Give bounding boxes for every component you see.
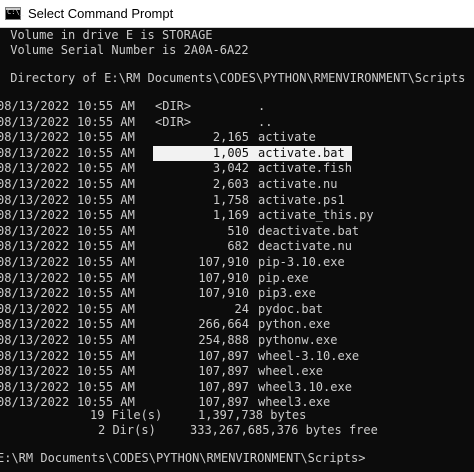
entry-name: python.exe: [258, 317, 331, 332]
entry-size: 2,165: [212, 130, 249, 145]
entry-date: 08/13/2022: [0, 161, 70, 176]
entry-time: 10:55 AM: [77, 114, 135, 129]
entry-name: ..: [258, 114, 273, 129]
files-count: 19 File(s): [90, 408, 163, 422]
entry-name: deactivate.bat: [258, 223, 360, 238]
entry-name: wheel3.10.exe: [258, 379, 352, 394]
dirs-summary-line: 2 Dir(s) 333,267,685,376 bytes free: [0, 423, 378, 438]
entry-name: deactivate.nu: [258, 239, 352, 254]
entry-time: 10:55 AM: [77, 208, 135, 223]
entry-time: 10:55 AM: [77, 255, 135, 269]
volume-label-line: Volume in drive E is STORAGE: [3, 28, 213, 42]
entry-date: 08/13/2022: [0, 286, 70, 301]
entry-time: 10:55 AM: [77, 286, 135, 301]
entry-date: 08/13/2022: [0, 317, 70, 332]
entry-date: 08/13/2022: [0, 114, 70, 129]
entry-name: activate.bat: [258, 145, 345, 160]
entry-time: 10:55 AM: [77, 145, 135, 160]
entry-name: pip-3.10.exe: [258, 255, 345, 269]
entry-dir-marker: <DIR>: [155, 99, 192, 113]
entry-date: 08/13/2022: [0, 239, 70, 254]
entry-time: 10:55 AM: [77, 270, 135, 285]
entry-time: 10:55 AM: [77, 223, 135, 238]
entry-time: 10:55 AM: [77, 239, 135, 254]
entry-name: activate.fish: [258, 161, 352, 176]
cmd-icon-glyph: C:\_: [7, 8, 24, 16]
entry-date: 08/13/2022: [0, 192, 70, 207]
entry-name: pip3.exe: [258, 286, 316, 301]
entry-date: 08/13/2022: [0, 348, 70, 363]
entry-size: 107,910: [198, 255, 249, 269]
files-bytes: 1,397,738 bytes: [198, 408, 307, 422]
entry-size: 107,910: [198, 286, 249, 301]
entry-size: 107,897: [198, 348, 249, 363]
entry-size: 254,888: [198, 333, 249, 347]
entry-time: 10:55 AM: [77, 161, 135, 176]
entry-date: 08/13/2022: [0, 333, 70, 347]
entry-name: pythonw.exe: [258, 333, 338, 347]
entry-time: 10:55 AM: [77, 364, 135, 379]
entry-time: 10:55 AM: [77, 333, 135, 347]
entry-dir-marker: <DIR>: [155, 114, 192, 129]
entry-name: pip.exe: [258, 270, 309, 285]
entry-date: 08/13/2022: [0, 208, 70, 223]
entry-size: 1,169: [212, 208, 249, 223]
entry-size: 107,897: [198, 364, 249, 379]
entry-name: activate_this.py: [258, 208, 374, 223]
entry-size: 1,758: [212, 192, 249, 207]
entry-name: .: [258, 99, 266, 113]
entry-size: 1,005: [153, 145, 249, 161]
entry-time: 10:55 AM: [77, 192, 135, 207]
files-summary-line: 19 File(s) 1,397,738 bytes: [0, 408, 306, 423]
console-output[interactable]: Volume in drive E is STORAGE Volume Seri…: [0, 28, 474, 472]
entry-name: wheel-3.10.exe: [258, 348, 360, 363]
entry-size: 682: [227, 239, 249, 254]
command-prompt-line[interactable]: E:\RM Documents\CODES\PYTHON\RMENVIRONME…: [0, 451, 365, 466]
entry-time: 10:55 AM: [77, 177, 135, 191]
title-bar[interactable]: C:\_ Select Command Prompt: [0, 0, 474, 28]
entry-time: 10:55 AM: [77, 348, 135, 363]
entry-name: activate.ps1: [258, 192, 345, 207]
entry-size: 107,897: [198, 379, 249, 394]
entry-date: 08/13/2022: [0, 99, 70, 113]
entry-date: 08/13/2022: [0, 223, 70, 238]
entry-size: 2,603: [212, 177, 249, 191]
cmd-icon[interactable]: C:\_: [5, 7, 24, 20]
entry-name: wheel.exe: [258, 364, 324, 379]
entry-date: 08/13/2022: [0, 255, 70, 269]
entry-name: activate: [258, 130, 316, 145]
dirs-count: 2 Dir(s): [98, 423, 156, 437]
entry-size: 107,910: [198, 270, 249, 285]
entry-size: 24: [234, 301, 249, 316]
directory-of-line: Directory of E:\RM Documents\CODES\PYTHO…: [3, 71, 466, 85]
entry-time: 10:55 AM: [77, 99, 135, 113]
entry-size: 510: [227, 223, 249, 238]
entry-date: 08/13/2022: [0, 379, 70, 394]
entry-date: 08/13/2022: [0, 130, 70, 145]
entry-size: 3,042: [212, 161, 249, 176]
entry-date: 08/13/2022: [0, 364, 70, 379]
entry-time: 10:55 AM: [77, 130, 135, 145]
entry-date: 08/13/2022: [0, 145, 70, 160]
entry-time: 10:55 AM: [77, 379, 135, 394]
entry-time: 10:55 AM: [77, 317, 135, 332]
window-title: Select Command Prompt: [28, 6, 174, 21]
entry-date: 08/13/2022: [0, 270, 70, 285]
entry-date: 08/13/2022: [0, 177, 70, 191]
entry-date: 08/13/2022: [0, 301, 70, 316]
volume-serial-line: Volume Serial Number is 2A0A-6A22: [3, 43, 249, 57]
entry-name: pydoc.bat: [258, 301, 324, 316]
entry-size: 266,664: [198, 317, 249, 332]
entry-name: activate.nu: [258, 177, 338, 191]
entry-time: 10:55 AM: [77, 301, 135, 316]
dirs-bytes: 333,267,685,376 bytes free: [190, 423, 378, 437]
